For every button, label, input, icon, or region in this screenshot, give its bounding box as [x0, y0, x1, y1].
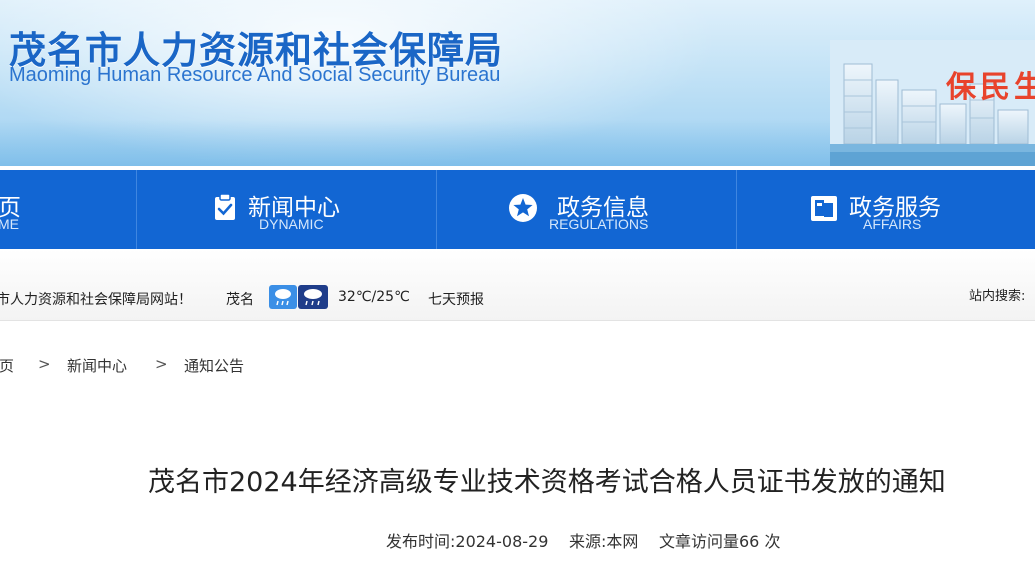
visit-count: 文章访问量66 次 [659, 532, 781, 551]
weather-city: 茂名 [226, 292, 254, 308]
light-rain-icon [269, 285, 297, 309]
nav-item-sublabel: REGULATIONS [549, 216, 649, 232]
breadcrumb-notices[interactable]: 通知公告 [184, 355, 244, 376]
article-source: 来源:本网 [569, 532, 639, 551]
welcome-text: 市人力资源和社会保障局网站！ [0, 292, 192, 308]
article-title: 茂名市2024年经济高级专业技术资格考试合格人员证书发放的通知 [148, 467, 946, 498]
seven-day-forecast-link[interactable]: 七天预报 [428, 289, 484, 309]
thunderstorm-icon [298, 285, 328, 309]
nav-item-gov-services[interactable]: 政务服务 AFFAIRS [737, 170, 1035, 249]
nav-item-news[interactable]: 新闻中心 DYNAMIC [137, 170, 437, 249]
weather-temperature: 32℃/25℃ [338, 289, 410, 305]
breadcrumb-separator: > [38, 355, 51, 373]
nav-item-gov-info[interactable]: 政务信息 REGULATIONS [437, 170, 737, 249]
nav-item-sublabel: AFFAIRS [863, 216, 922, 232]
service-folder-icon [811, 196, 837, 221]
publish-time: 发布时间:2024-08-29 [386, 532, 549, 551]
clipboard-check-icon [215, 193, 235, 220]
breadcrumb-separator: > [155, 355, 168, 373]
star-circle-icon [509, 194, 537, 222]
breadcrumb-news-center[interactable]: 新闻中心 [67, 355, 127, 376]
main-nav: 页 ME 新闻中心 DYNAMIC 政务信息 REGULATIONS 政务服务 … [0, 170, 1035, 249]
nav-item-home[interactable]: 页 ME [0, 170, 137, 249]
breadcrumb-home[interactable]: 页 [0, 355, 14, 376]
banner-slogan: 保民生 [946, 70, 1035, 105]
nav-item-sublabel: DYNAMIC [259, 216, 324, 232]
site-title-en: Maoming Human Resource And Social Securi… [9, 64, 501, 86]
site-search-label: 站内搜索: [969, 289, 1026, 304]
nav-item-sublabel: ME [0, 216, 19, 232]
info-bar: 市人力资源和社会保障局网站！ 茂名 32℃/25℃ 七天预报 站内搜索: [0, 249, 1035, 321]
site-banner: 茂名市人力资源和社会保障局 Maoming Human Resource And… [0, 0, 1035, 166]
